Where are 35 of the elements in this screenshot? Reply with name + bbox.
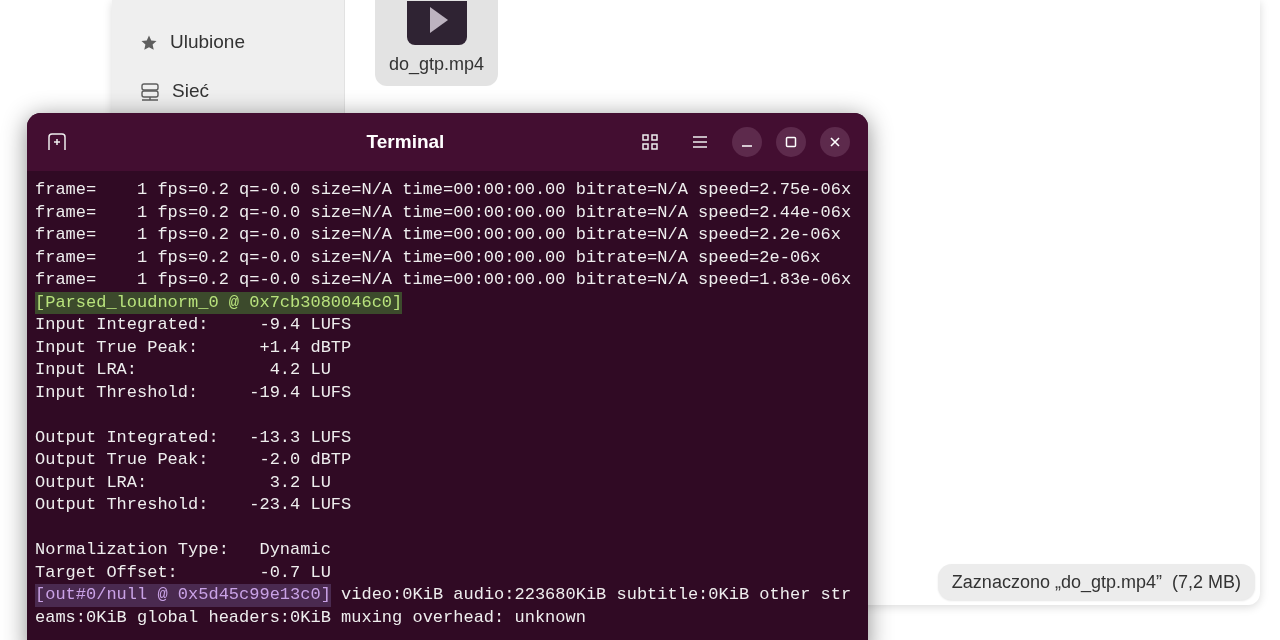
- video-file-icon: [406, 1, 467, 45]
- log-line: frame= 1 fps=0.2 q=-0.0 size=N/A time=00:00:00.00 bitrate=N/A speed=2.44e-06x: [35, 201, 852, 224]
- log-line: frame= 1 fps=0.2 q=-0.0 size=N/A time=00:00:00.00 bitrate=N/A speed=2.75e-06x: [35, 179, 852, 201]
- sidebar-item[interactable]: Sieć: [112, 67, 344, 116]
- log-text: video:0KiB audio:223680KiB subtitle:0KiB other str: [340, 584, 852, 606]
- close-button[interactable]: [820, 127, 850, 157]
- status-label: Zaznaczono „do_gtp.mp4” (7,2 MB): [937, 564, 1255, 600]
- log-tag: [Parsed_loudnorm_0 @ 0x7cb3080046c0]: [35, 291, 403, 314]
- log-line: Input True Peak: +1.4 dBTP: [35, 336, 352, 359]
- minimize-icon: [742, 145, 752, 147]
- file-item[interactable]: do_gtp.mp4: [375, 0, 498, 86]
- log-line: Input Threshold: -19.4 LUFS: [35, 381, 352, 404]
- maximize-button[interactable]: [776, 127, 806, 157]
- network-drive-icon: [140, 81, 160, 102]
- log-line: Output True Peak: -2.0 dBTP: [35, 449, 352, 471]
- menu-icon: [692, 135, 708, 149]
- log-line: frame= 1 fps=0.2 q=-0.0 size=N/A time=00:00:00.00 bitrate=N/A speed=2.2e-06x: [35, 224, 841, 246]
- log-line: Output Threshold: -23.4 LUFS: [35, 494, 352, 516]
- log-line: Target Offset: -0.7 LU: [35, 561, 331, 584]
- log-line: Normalization Type: Dynamic: [35, 539, 331, 561]
- new-tab-icon: [47, 132, 67, 152]
- minimize-button[interactable]: [732, 127, 762, 157]
- log-line: frame= 1 fps=0.2 q=-0.0 size=N/A time=00:00:00.00 bitrate=N/A speed=1.83e-06x: [35, 269, 852, 291]
- log-tag: [out#0/null @ 0x5d45c99e13c0]: [35, 584, 331, 607]
- log-line: eams:0KiB global headers:0KiB muxing overhead: unknown: [35, 606, 586, 629]
- grid-icon: [641, 133, 659, 151]
- maximize-icon: [785, 136, 797, 148]
- log-line: Input LRA: 4.2 LU: [35, 359, 331, 381]
- log-line: Output Integrated: -13.3 LUFS: [35, 426, 352, 449]
- close-icon: [829, 136, 841, 148]
- log-line: Input Integrated: -9.4 LUFS: [35, 314, 352, 336]
- log-line: frame= 1 fps=0.2 q=-0.0 size=N/A time=00:00:00.00 bitrate=N/A speed=2e-06x: [35, 246, 821, 269]
- sidebar-item[interactable]: Ulubione: [112, 18, 344, 67]
- log-line: Output LRA: 3.2 LU: [35, 471, 331, 494]
- window-title: Terminal: [365, 129, 446, 154]
